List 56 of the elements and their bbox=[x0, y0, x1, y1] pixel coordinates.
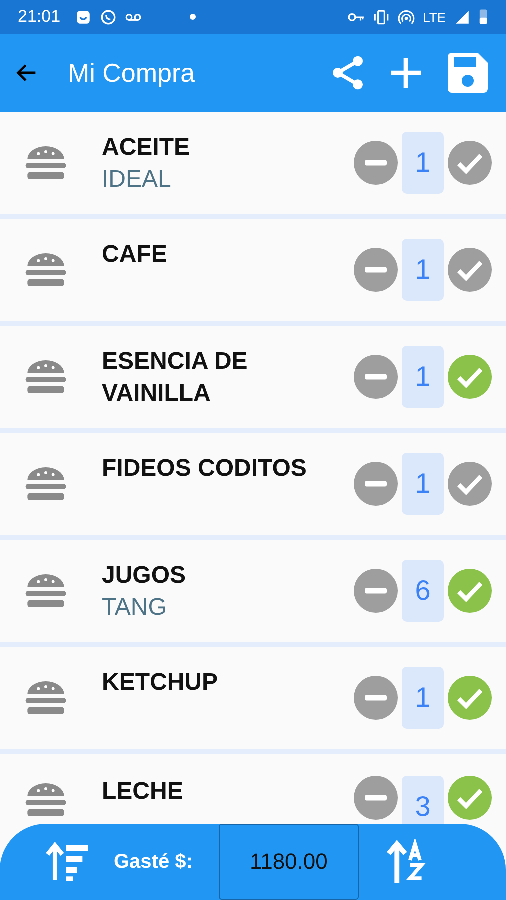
item-name: ESENCIA DE VAINILLA bbox=[102, 347, 249, 409]
minus-icon[interactable] bbox=[354, 141, 398, 185]
list-item[interactable]: ESENCIA DE VAINILLA 1 bbox=[0, 326, 506, 428]
quantity-text: 1 bbox=[402, 239, 444, 301]
quantity-text: 6 bbox=[402, 560, 444, 622]
signal-icon bbox=[454, 8, 471, 26]
item-brand: TANG bbox=[102, 593, 168, 623]
check-icon[interactable] bbox=[448, 141, 492, 185]
burger-icon bbox=[24, 679, 68, 717]
item-name: LECHE bbox=[102, 777, 184, 807]
chat-icon bbox=[100, 8, 117, 26]
network-text: LTE bbox=[423, 10, 446, 24]
app-title: Mi Compra bbox=[68, 58, 196, 88]
quantity-text: 1 bbox=[402, 132, 444, 194]
check-icon[interactable] bbox=[448, 462, 492, 506]
burger-icon bbox=[24, 781, 68, 819]
item-name: CAFE bbox=[102, 240, 168, 270]
burger-icon bbox=[24, 358, 68, 396]
quantity-text: 1 bbox=[402, 346, 444, 408]
item-name: KETCHUP bbox=[102, 668, 220, 698]
list-item[interactable]: CAFE 1 bbox=[0, 219, 506, 321]
minus-icon[interactable] bbox=[354, 355, 398, 399]
minus-icon[interactable] bbox=[354, 676, 398, 720]
list-item[interactable]: LECHE 3 bbox=[0, 754, 506, 824]
list-item[interactable]: ACEITE IDEAL 1 bbox=[0, 112, 506, 214]
list-item[interactable]: KETCHUP 1 bbox=[0, 647, 506, 749]
burger-icon bbox=[24, 144, 68, 182]
burger-icon bbox=[24, 572, 68, 610]
minus-icon[interactable] bbox=[354, 248, 398, 292]
notification-icon bbox=[74, 8, 92, 26]
minus-icon[interactable] bbox=[354, 462, 398, 506]
vibrate-icon bbox=[373, 8, 390, 26]
quantity-text: 3 bbox=[402, 776, 444, 824]
check-icon[interactable] bbox=[448, 676, 492, 720]
check-icon[interactable] bbox=[448, 569, 492, 613]
item-name: FIDEOS CODITOS bbox=[102, 454, 308, 484]
burger-icon bbox=[24, 465, 68, 503]
clock-text: 21:01 bbox=[18, 7, 61, 27]
check-icon[interactable] bbox=[448, 248, 492, 292]
dot-icon bbox=[190, 14, 196, 20]
item-brand: IDEAL bbox=[102, 165, 172, 195]
minus-icon[interactable] bbox=[354, 569, 398, 613]
minus-icon[interactable] bbox=[354, 776, 398, 820]
battery-icon bbox=[479, 8, 488, 26]
item-name: ACEITE bbox=[102, 133, 192, 163]
burger-icon bbox=[24, 251, 68, 289]
check-icon[interactable] bbox=[448, 776, 492, 820]
list-item[interactable]: JUGOS TANG 6 bbox=[0, 540, 506, 642]
quantity-text: 1 bbox=[402, 453, 444, 515]
hotspot-icon bbox=[398, 8, 416, 26]
total-field: 1180.00 bbox=[218, 824, 359, 900]
quantity-text: 1 bbox=[402, 667, 444, 729]
total-label: Gasté $: bbox=[114, 850, 193, 874]
item-name: JUGOS bbox=[102, 561, 188, 591]
check-icon[interactable] bbox=[448, 355, 492, 399]
list-item[interactable]: FIDEOS CODITOS 1 bbox=[0, 433, 506, 535]
